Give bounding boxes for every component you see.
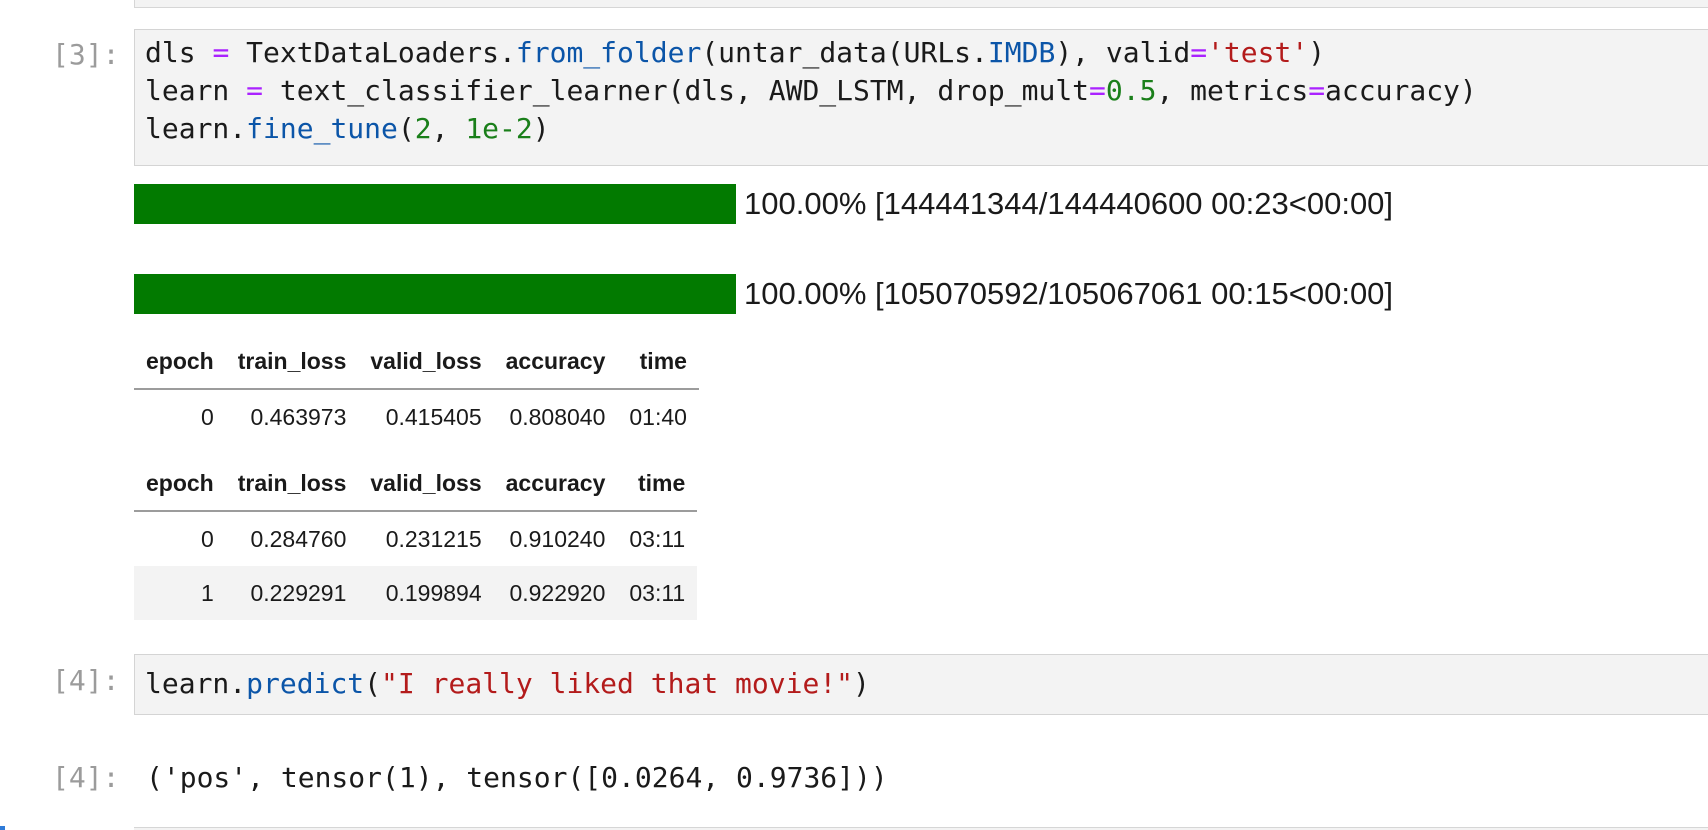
column-header: time: [617, 456, 698, 512]
column-header: epoch: [134, 456, 226, 512]
download-progress: 100.00% [144441344/144440600 00:23<00:00…: [134, 184, 1393, 224]
table-cell: 0: [200, 403, 214, 430]
cell-selection-marker: [0, 826, 5, 830]
code-line: dls = TextDataLoaders.from_folder(untar_…: [145, 36, 1326, 69]
cell-output: ('pos', tensor(1), tensor([0.0264, 0.973…: [146, 761, 888, 794]
training-progress: 100.00% [105070592/105067061 00:15<00:00…: [134, 274, 1393, 314]
table-cell: 0.922920: [493, 566, 618, 620]
output-prompt: [4]:: [52, 761, 120, 794]
column-header: epoch: [134, 334, 226, 390]
table-cell: 0.910240: [509, 525, 606, 552]
progress-text: 100.00% [144441344/144440600 00:23<00:00…: [744, 186, 1394, 221]
table-cell: 0.199894: [358, 566, 494, 620]
cell-prompt: [3]:: [52, 38, 120, 71]
table-cell: 03:11: [629, 525, 686, 552]
metrics-table-frozen: epoch train_loss valid_loss accuracy tim…: [134, 334, 699, 444]
column-header: time: [617, 334, 699, 390]
column-header: valid_loss: [358, 334, 494, 390]
column-header: valid_loss: [358, 456, 494, 512]
table-cell: 1: [134, 566, 226, 620]
column-header: train_loss: [225, 334, 359, 390]
code-cell-4[interactable]: learn.predict("I really liked that movie…: [134, 654, 1708, 715]
table-cell: 0.808040: [509, 403, 606, 430]
progress-fill: [134, 274, 736, 314]
column-header: accuracy: [493, 456, 618, 512]
table-cell: 0.284760: [250, 525, 347, 552]
table-cell: 03:11: [617, 566, 698, 620]
code-cell-3[interactable]: dls = TextDataLoaders.from_folder(untar_…: [134, 29, 1708, 166]
table-row: 1 0.229291 0.199894 0.922920 03:11: [134, 566, 698, 620]
code-line: learn.predict("I really liked that movie…: [145, 667, 870, 700]
metrics-table-unfrozen: epoch train_loss valid_loss accuracy tim…: [134, 456, 698, 620]
table-row: 0 0.463973 0.415405 0.808040 01:40: [134, 389, 699, 444]
progress-bar: [134, 274, 736, 314]
table-cell: 0.229291: [225, 566, 359, 620]
progress-bar: [134, 184, 736, 224]
table-cell: 0.463973: [250, 403, 347, 430]
table-cell: 0: [200, 525, 214, 552]
table-row: 0 0.284760 0.231215 0.910240 03:11: [134, 511, 697, 566]
code-line: learn = text_classifier_learner(dls, AWD…: [145, 74, 1477, 107]
table-cell: 0.415405: [385, 403, 482, 430]
table-cell: 0.231215: [385, 525, 482, 552]
column-header: train_loss: [225, 456, 359, 512]
cell-prompt: [4]:: [52, 664, 120, 697]
table-cell: 01:40: [629, 403, 687, 430]
column-header: accuracy: [493, 334, 618, 390]
progress-text: 100.00% [105070592/105067061 00:15<00:00…: [744, 276, 1394, 311]
code-line: learn.fine_tune(2, 1e-2): [145, 112, 550, 145]
progress-fill: [134, 184, 736, 224]
previous-cell-edge: [134, 0, 1708, 8]
